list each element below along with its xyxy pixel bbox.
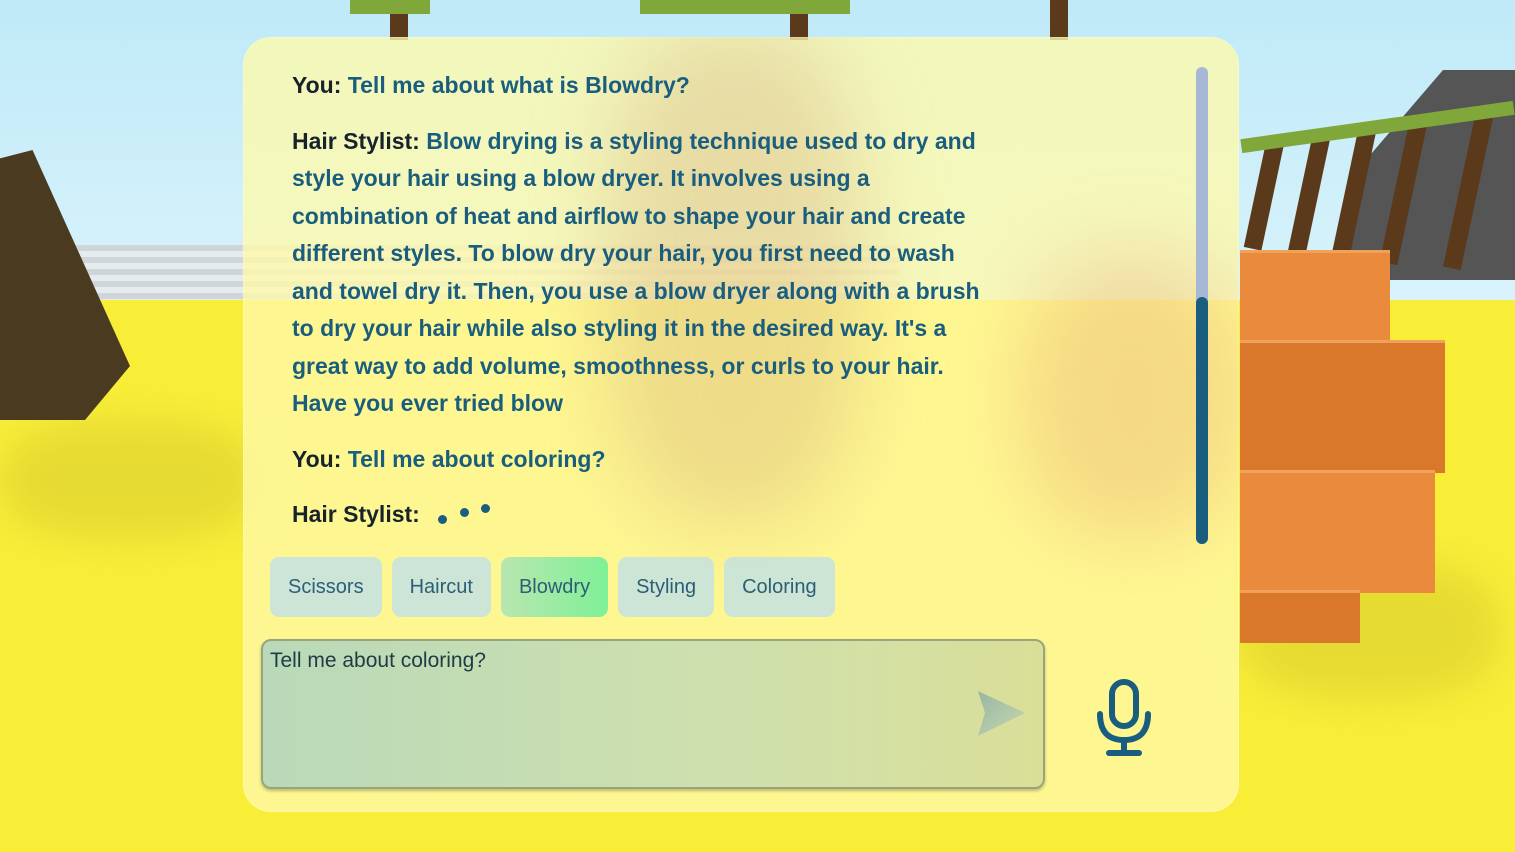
send-button[interactable]: [975, 689, 1027, 739]
orange-block-stack: [1240, 590, 1360, 643]
message-text: Tell me about coloring?: [347, 445, 606, 472]
typing-indicator-icon: [426, 503, 491, 526]
topic-chip-styling[interactable]: Styling: [618, 557, 715, 617]
message-input-box: [261, 639, 1045, 789]
message-speaker: You:: [292, 72, 342, 98]
topic-chip-haircut[interactable]: Haircut: [391, 557, 491, 617]
palm-leaves: [640, 0, 850, 14]
chat-message: Hair Stylist:: [292, 496, 992, 534]
topic-chip-coloring[interactable]: Coloring: [724, 557, 835, 617]
chat-scrollbar[interactable]: [1196, 67, 1208, 544]
message-speaker: Hair Stylist:: [292, 127, 420, 154]
topic-chip-scissors[interactable]: Scissors: [270, 557, 382, 617]
message-input[interactable]: [270, 649, 960, 769]
chat-messages: You: Tell me about what is Blowdry? Hair…: [292, 67, 992, 542]
microphone-icon: [1097, 679, 1151, 756]
message-speaker: You:: [292, 445, 342, 472]
message-speaker: Hair Stylist:: [292, 501, 420, 527]
ground-shadow: [0, 420, 260, 540]
chat-message: Hair Stylist: Blow drying is a styling t…: [292, 123, 992, 423]
message-text: Blow drying is a styling technique used …: [292, 127, 980, 417]
microphone-button[interactable]: [1093, 678, 1155, 758]
chat-message: You: Tell me about coloring?: [292, 441, 992, 479]
topic-chips: Scissors Haircut Blowdry Styling Colorin…: [270, 557, 835, 617]
message-text: Tell me about what is Blowdry?: [347, 72, 690, 98]
chat-message: You: Tell me about what is Blowdry?: [292, 67, 992, 105]
orange-block-stack: [1240, 250, 1390, 343]
chat-panel: You: Tell me about what is Blowdry? Hair…: [243, 37, 1239, 812]
orange-block-stack: [1240, 470, 1435, 593]
orange-block-stack: [1240, 340, 1445, 473]
palm-leaves: [350, 0, 430, 14]
topic-chip-blowdry[interactable]: Blowdry: [500, 557, 609, 617]
palm-tree: [1050, 0, 1068, 40]
scrollbar-thumb[interactable]: [1196, 297, 1208, 544]
send-arrow-icon: [978, 691, 1025, 736]
